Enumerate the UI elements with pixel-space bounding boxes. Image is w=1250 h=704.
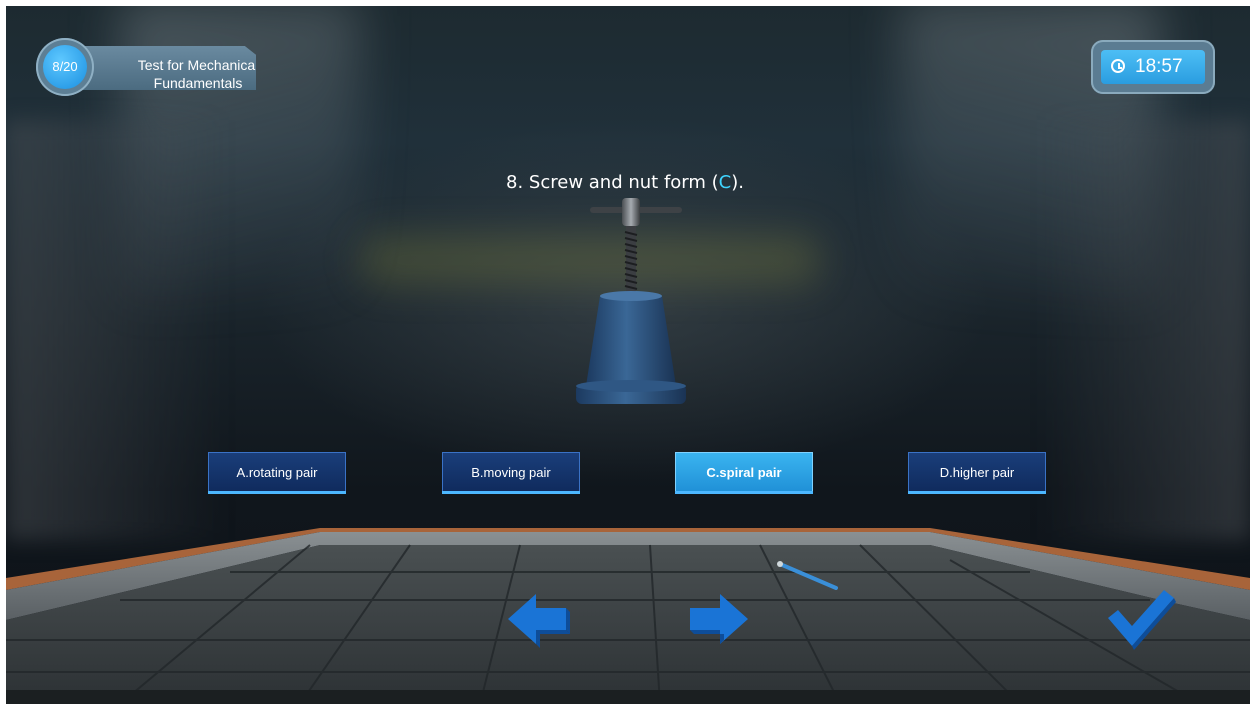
question-suffix: ).	[731, 172, 744, 193]
submit-button[interactable]	[1104, 588, 1176, 650]
option-d-button[interactable]: D.higher pair	[908, 452, 1046, 494]
option-c-button[interactable]: C.spiral pair	[675, 452, 813, 494]
quiz-title-badge: Test for Mechanical Fundamentals 8/20	[36, 38, 258, 96]
progress-ring: 8/20	[36, 38, 94, 96]
title-panel: Test for Mechanical Fundamentals	[70, 46, 256, 90]
laser-pointer	[777, 561, 838, 590]
quiz-title: Test for Mechanical Fundamentals	[137, 57, 259, 91]
question-answer: C	[718, 172, 732, 193]
arrow-right-icon	[690, 594, 748, 644]
countdown-timer: 18:57	[1091, 40, 1215, 94]
frame-top	[0, 0, 1250, 6]
timer-display: 18:57	[1101, 50, 1205, 84]
checkmark-icon	[1108, 590, 1176, 650]
scene-background: Test for Mechanical Fundamentals 8/20 18…	[0, 0, 1250, 704]
question-progress: 8/20	[43, 45, 87, 89]
previous-button[interactable]	[506, 590, 572, 648]
timer-value: 18:57	[1135, 56, 1183, 77]
screw-jack-model	[576, 198, 686, 404]
frame-left	[0, 0, 6, 704]
option-a-button[interactable]: A.rotating pair	[208, 452, 346, 494]
next-button[interactable]	[684, 590, 750, 648]
option-b-button[interactable]: B.moving pair	[442, 452, 580, 494]
arrow-left-icon	[508, 594, 570, 648]
clock-icon	[1111, 59, 1125, 73]
